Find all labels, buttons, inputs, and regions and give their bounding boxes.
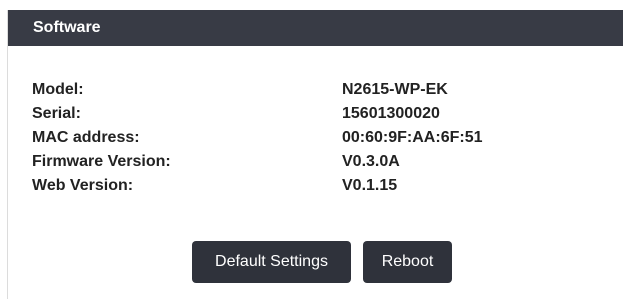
software-panel: Software Model: N2615-WP-EK Serial: 1560… (7, 10, 623, 299)
serial-value: 15601300020 (342, 105, 440, 122)
web-version-label: Web Version: (32, 177, 134, 194)
serial-label: Serial: (32, 105, 81, 122)
default-settings-button[interactable]: Default Settings (192, 241, 351, 283)
mac-address-value: 00:60:9F:AA:6F:51 (342, 129, 483, 146)
firmware-version-label: Firmware Version: (32, 153, 171, 170)
web-version-value: V0.1.15 (342, 177, 398, 194)
reboot-button[interactable]: Reboot (363, 241, 452, 283)
firmware-version-value: V0.3.0A (342, 153, 400, 170)
model-value: N2615-WP-EK (342, 81, 448, 98)
panel-title: Software (8, 10, 623, 46)
model-label: Model: (32, 81, 84, 98)
mac-address-label: MAC address: (32, 129, 140, 146)
